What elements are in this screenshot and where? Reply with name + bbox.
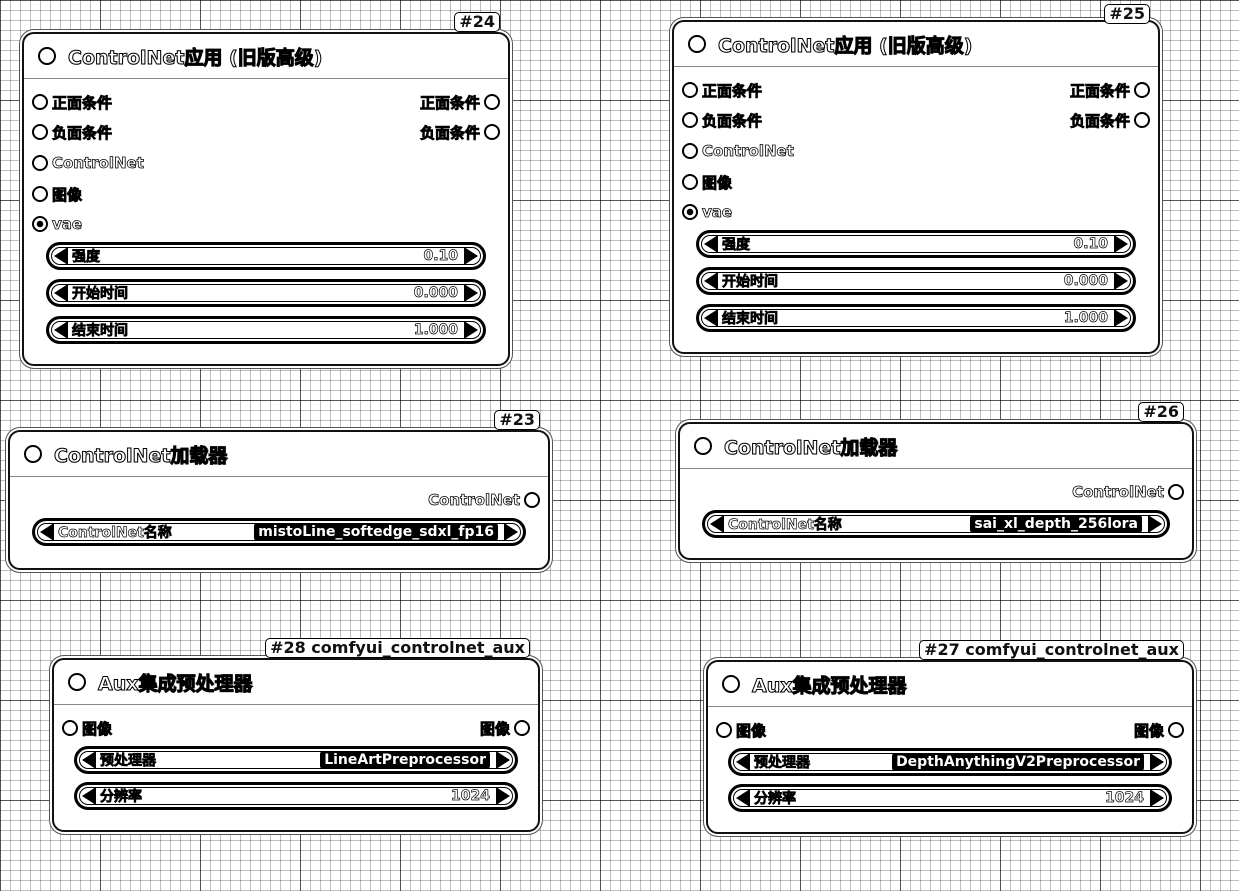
decrement-arrow-icon[interactable] <box>54 247 68 265</box>
preprocessor-widget[interactable]: 预处理器 DepthAnythingV2Preprocessor <box>728 748 1172 776</box>
node-title-bar[interactable]: ControlNet应用 (旧版高级) <box>24 34 508 79</box>
output-slot-image[interactable]: 图像 <box>476 716 530 740</box>
widget-value: 0.000 <box>1063 273 1108 290</box>
node-id-badge: #28 comfyui_controlnet_aux <box>265 638 530 658</box>
node-title: ControlNet应用 (旧版高级) <box>67 46 323 69</box>
node-title: ControlNet应用 (旧版高级) <box>717 34 973 57</box>
collapse-toggle[interactable] <box>722 675 740 693</box>
decrement-arrow-icon[interactable] <box>54 321 68 339</box>
widget-value: mistoLine_softedge_sdxl_fp16 <box>254 523 498 541</box>
end-percent-widget[interactable]: 结束时间 1.000 <box>46 316 486 344</box>
input-slot-image[interactable]: 图像 <box>62 716 116 740</box>
node-controlnet-apply-25[interactable]: #25 ControlNet应用 (旧版高级) 正面条件 正面条件 负面条件 负… <box>672 4 1160 354</box>
input-slot-controlnet[interactable]: ControlNet <box>32 151 148 175</box>
collapse-toggle[interactable] <box>694 437 712 455</box>
decrement-arrow-icon[interactable] <box>704 309 718 327</box>
resolution-widget[interactable]: 分辨率 1024 <box>74 782 518 810</box>
node-id-badge: #25 <box>1104 4 1150 24</box>
widget-value: 1.000 <box>413 322 458 339</box>
node-title-bar[interactable]: ControlNet应用 (旧版高级) <box>674 22 1158 67</box>
node-title: Aux集成预处理器 <box>752 674 907 697</box>
increment-arrow-icon[interactable] <box>1150 753 1164 771</box>
collapse-toggle[interactable] <box>68 673 86 691</box>
controlnet-name-widget[interactable]: ControlNet名称 sai_xl_depth_256lora <box>702 510 1170 538</box>
node-title: Aux集成预处理器 <box>98 672 253 695</box>
increment-arrow-icon[interactable] <box>464 321 478 339</box>
node-title: ControlNet加载器 <box>723 436 898 459</box>
decrement-arrow-icon[interactable] <box>736 753 750 771</box>
strength-widget[interactable]: 强度 0.10 <box>696 230 1136 258</box>
collapse-toggle[interactable] <box>688 35 706 53</box>
increment-arrow-icon[interactable] <box>1150 789 1164 807</box>
input-slot-positive[interactable]: 正面条件 <box>682 78 766 102</box>
node-controlnet-loader-26[interactable]: #26 ControlNet加载器 ControlNet ControlNet名… <box>678 402 1194 560</box>
strength-widget[interactable]: 强度 0.10 <box>46 242 486 270</box>
widget-value: 0.10 <box>1073 236 1108 253</box>
increment-arrow-icon[interactable] <box>464 284 478 302</box>
decrement-arrow-icon[interactable] <box>54 284 68 302</box>
controlnet-name-widget[interactable]: ControlNet名称 mistoLine_softedge_sdxl_fp1… <box>32 518 526 546</box>
input-slot-image[interactable]: 图像 <box>716 718 770 742</box>
input-slot-image[interactable]: 图像 <box>32 182 86 206</box>
node-controlnet-loader-23[interactable]: #23 ControlNet加载器 ControlNet ControlNet名… <box>8 410 550 570</box>
resolution-widget[interactable]: 分辨率 1024 <box>728 784 1172 812</box>
node-title-bar[interactable]: Aux集成预处理器 <box>54 660 538 705</box>
output-slot-controlnet[interactable]: ControlNet <box>424 488 540 512</box>
increment-arrow-icon[interactable] <box>1114 272 1128 290</box>
increment-arrow-icon[interactable] <box>496 751 510 769</box>
input-slot-vae[interactable]: vae <box>682 200 736 224</box>
end-percent-widget[interactable]: 结束时间 1.000 <box>696 304 1136 332</box>
node-id-badge: #23 <box>494 410 540 430</box>
collapse-toggle[interactable] <box>24 445 42 463</box>
node-aux-preprocessor-27[interactable]: #27 comfyui_controlnet_aux Aux集成预处理器 图像 … <box>706 640 1194 834</box>
increment-arrow-icon[interactable] <box>1114 309 1128 327</box>
widget-value: LineArtPreprocessor <box>320 751 490 769</box>
increment-arrow-icon[interactable] <box>504 523 518 541</box>
output-slot-positive[interactable]: 正面条件 <box>416 90 500 114</box>
node-title-bar[interactable]: ControlNet加载器 <box>10 432 548 477</box>
widget-value: sai_xl_depth_256lora <box>970 515 1142 533</box>
start-percent-widget[interactable]: 开始时间 0.000 <box>696 267 1136 295</box>
increment-arrow-icon[interactable] <box>1148 515 1162 533</box>
decrement-arrow-icon[interactable] <box>82 787 96 805</box>
node-id-badge: #24 <box>454 12 500 32</box>
output-slot-positive[interactable]: 正面条件 <box>1066 78 1150 102</box>
widget-value: 0.10 <box>423 248 458 265</box>
preprocessor-widget[interactable]: 预处理器 LineArtPreprocessor <box>74 746 518 774</box>
node-id-badge: #27 comfyui_controlnet_aux <box>919 640 1184 660</box>
input-slot-vae[interactable]: vae <box>32 212 86 236</box>
node-title: ControlNet加载器 <box>53 444 228 467</box>
widget-value: 0.000 <box>413 285 458 302</box>
start-percent-widget[interactable]: 开始时间 0.000 <box>46 279 486 307</box>
input-slot-controlnet[interactable]: ControlNet <box>682 139 798 163</box>
increment-arrow-icon[interactable] <box>496 787 510 805</box>
node-aux-preprocessor-28[interactable]: #28 comfyui_controlnet_aux Aux集成预处理器 图像 … <box>52 638 540 832</box>
widget-value: 1.000 <box>1063 310 1108 327</box>
decrement-arrow-icon[interactable] <box>704 272 718 290</box>
decrement-arrow-icon[interactable] <box>82 751 96 769</box>
node-title-bar[interactable]: Aux集成预处理器 <box>708 662 1192 707</box>
input-slot-positive[interactable]: 正面条件 <box>32 90 116 114</box>
widget-value: DepthAnythingV2Preprocessor <box>892 753 1144 771</box>
input-slot-image[interactable]: 图像 <box>682 170 736 194</box>
output-slot-controlnet[interactable]: ControlNet <box>1068 480 1184 504</box>
widget-value: 1024 <box>1105 790 1145 807</box>
decrement-arrow-icon[interactable] <box>710 515 724 533</box>
node-controlnet-apply-24[interactable]: #24 ControlNet应用 (旧版高级) 正面条件 正面条件 负面条件 负… <box>22 12 510 366</box>
decrement-arrow-icon[interactable] <box>736 789 750 807</box>
node-id-badge: #26 <box>1138 402 1184 422</box>
increment-arrow-icon[interactable] <box>1114 235 1128 253</box>
decrement-arrow-icon[interactable] <box>40 523 54 541</box>
collapse-toggle[interactable] <box>38 47 56 65</box>
decrement-arrow-icon[interactable] <box>704 235 718 253</box>
widget-value: 1024 <box>451 788 491 805</box>
output-slot-negative[interactable]: 负面条件 <box>416 120 500 144</box>
node-title-bar[interactable]: ControlNet加载器 <box>680 424 1192 469</box>
output-slot-image[interactable]: 图像 <box>1130 718 1184 742</box>
output-slot-negative[interactable]: 负面条件 <box>1066 108 1150 132</box>
increment-arrow-icon[interactable] <box>464 247 478 265</box>
input-slot-negative[interactable]: 负面条件 <box>32 120 116 144</box>
input-slot-negative[interactable]: 负面条件 <box>682 108 766 132</box>
